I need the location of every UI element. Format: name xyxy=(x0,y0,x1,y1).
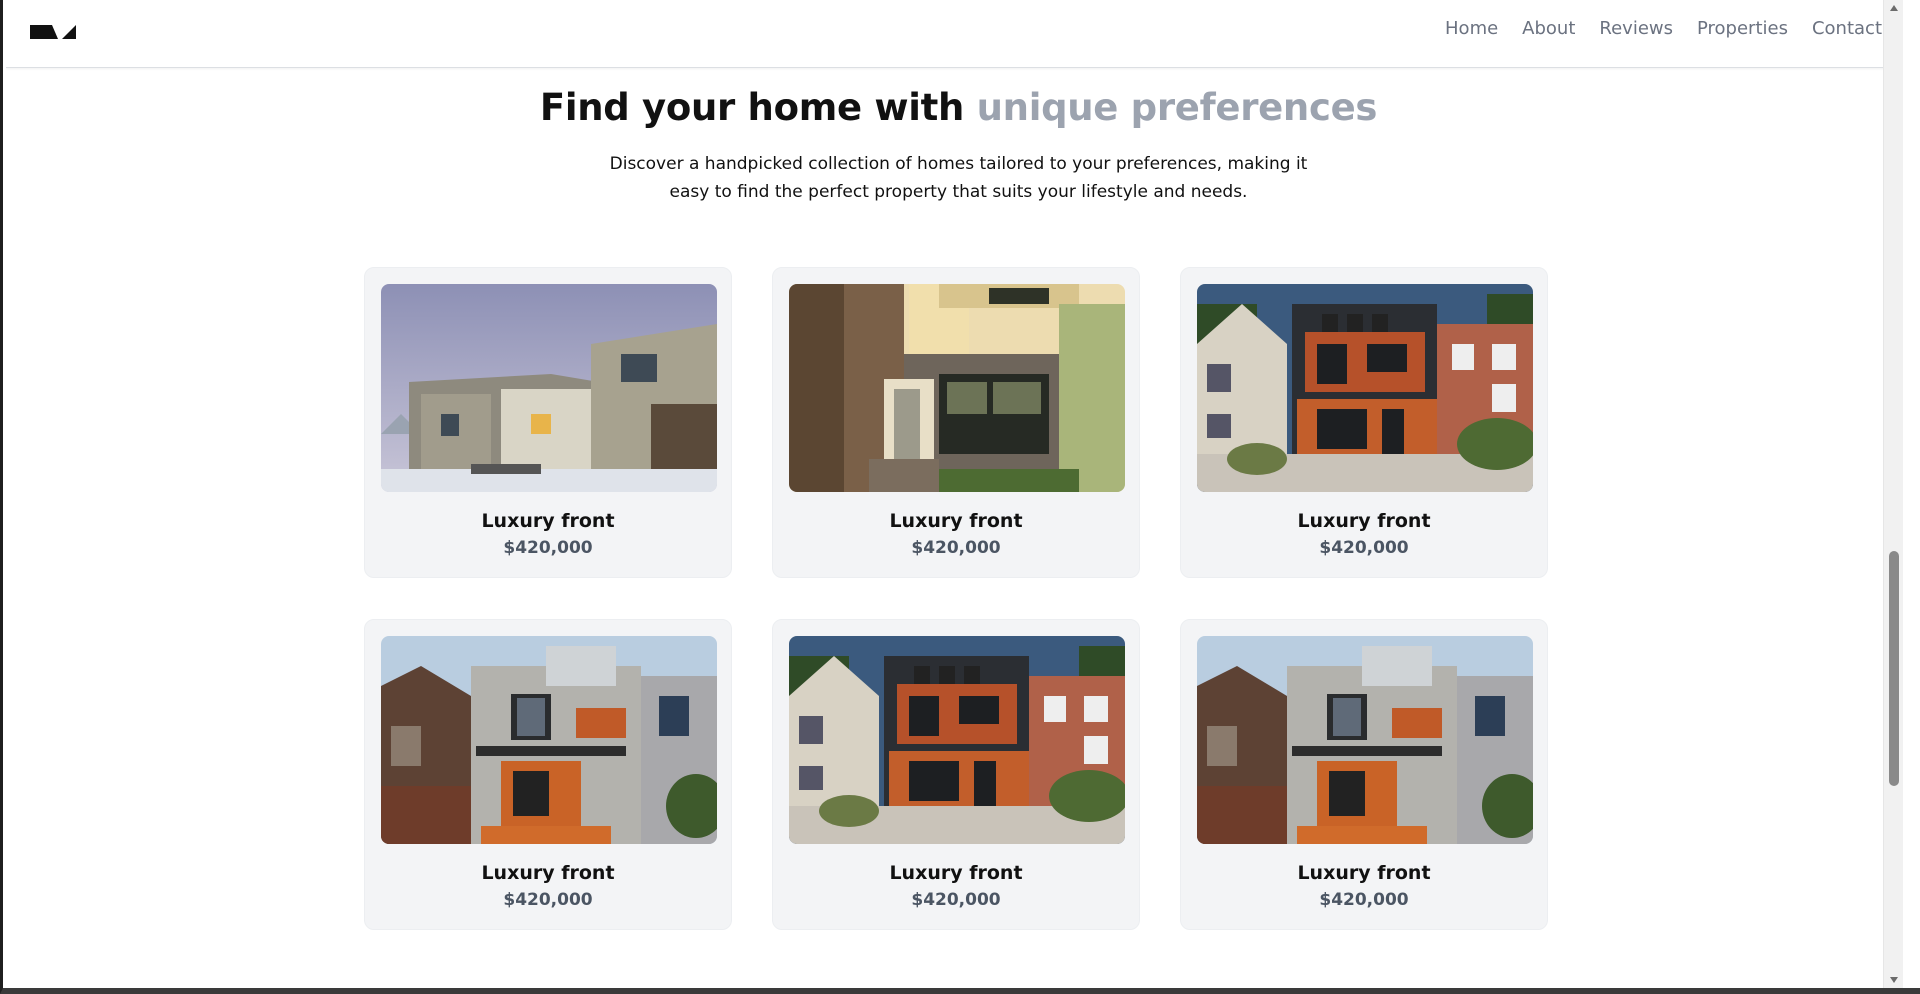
house-photo-snowy-modern[interactable] xyxy=(381,284,717,492)
property-card[interactable]: Luxury front $420,000 xyxy=(772,267,1140,578)
property-card[interactable]: Luxury front $420,000 xyxy=(1180,619,1548,930)
property-price: $420,000 xyxy=(911,538,1001,558)
brand-logo-icon[interactable] xyxy=(30,22,86,42)
property-title: Luxury front xyxy=(1297,510,1431,532)
nav-link-home[interactable]: Home xyxy=(1445,17,1498,41)
property-title: Luxury front xyxy=(481,862,615,884)
property-title: Luxury front xyxy=(889,510,1023,532)
property-card[interactable]: Luxury front $420,000 xyxy=(364,267,732,578)
property-price: $420,000 xyxy=(1319,538,1409,558)
title-accent: unique preferences xyxy=(976,86,1378,129)
nav-link-contact[interactable]: Contact xyxy=(1812,17,1882,41)
house-photo-orange-modern[interactable] xyxy=(789,636,1125,844)
page-title: Find your home with unique preferences xyxy=(6,86,1903,129)
property-title: Luxury front xyxy=(1297,862,1431,884)
top-navbar: Home About Reviews Properties Contact xyxy=(6,0,1903,68)
page-viewport: Home About Reviews Properties Contact Fi… xyxy=(6,0,1903,988)
nav-link-reviews[interactable]: Reviews xyxy=(1599,17,1673,41)
arrow-down-icon[interactable] xyxy=(1884,972,1903,988)
property-price: $420,000 xyxy=(503,538,593,558)
property-title: Luxury front xyxy=(889,862,1023,884)
page-subtitle: Discover a handpicked collection of home… xyxy=(609,154,1308,202)
property-price: $420,000 xyxy=(911,890,1001,910)
vertical-scrollbar[interactable] xyxy=(1883,0,1903,988)
property-card[interactable]: Luxury front $420,000 xyxy=(1180,267,1548,578)
title-main: Find your home with xyxy=(539,86,977,129)
house-photo-gray-orange-stairs[interactable] xyxy=(381,636,717,844)
house-photo-orange-modern[interactable] xyxy=(1197,284,1533,492)
nav-link-about[interactable]: About xyxy=(1522,17,1575,41)
house-photo-gray-entrance[interactable] xyxy=(789,284,1125,492)
arrow-up-icon[interactable] xyxy=(1884,0,1903,16)
scrollbar-thumb[interactable] xyxy=(1889,551,1899,786)
property-card[interactable]: Luxury front $420,000 xyxy=(772,619,1140,930)
house-photo-gray-orange-stairs[interactable] xyxy=(1197,636,1533,844)
property-price: $420,000 xyxy=(503,890,593,910)
browser-window: Home About Reviews Properties Contact Fi… xyxy=(0,0,1920,994)
property-title: Luxury front xyxy=(481,510,615,532)
property-card[interactable]: Luxury front $420,000 xyxy=(364,619,732,930)
nav-link-properties[interactable]: Properties xyxy=(1697,17,1788,41)
property-price: $420,000 xyxy=(1319,890,1409,910)
nav-links: Home About Reviews Properties Contact xyxy=(1445,17,1882,41)
